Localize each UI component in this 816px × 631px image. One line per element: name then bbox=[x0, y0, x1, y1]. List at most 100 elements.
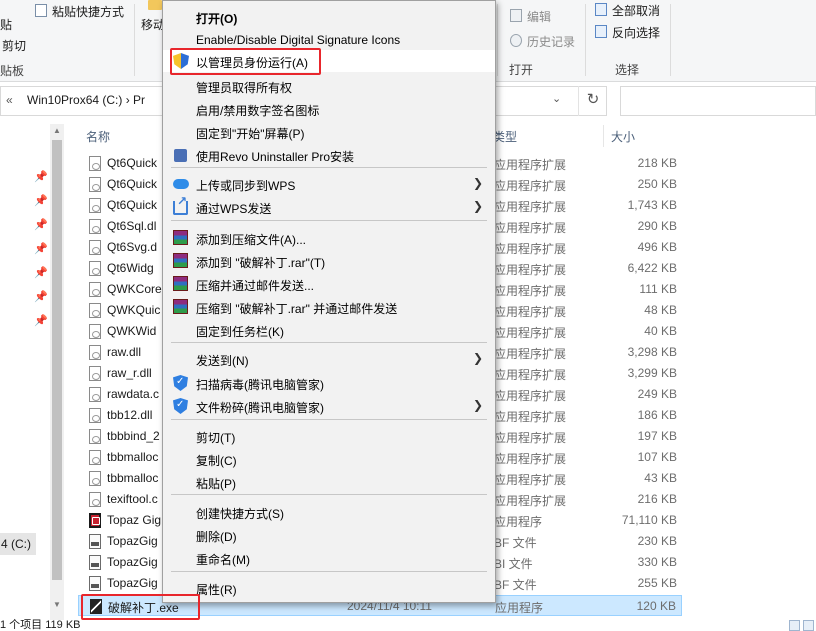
menu-item[interactable]: 扫描病毒(腾讯电脑管家) bbox=[163, 372, 495, 394]
menu-item[interactable]: 压缩到 "破解补丁.rar" 并通过邮件发送 bbox=[163, 296, 495, 318]
topaz-app-icon bbox=[89, 513, 101, 528]
edit-button[interactable]: 编辑 bbox=[527, 8, 551, 25]
menu-item[interactable]: 上传或同步到WPS ❯ bbox=[163, 173, 495, 195]
large-icons-view-button[interactable] bbox=[803, 620, 814, 631]
menu-item[interactable]: 添加到 "破解补丁.rar"(T) bbox=[163, 250, 495, 272]
menu-item[interactable]: 打开(O) bbox=[163, 6, 495, 28]
search-input[interactable] bbox=[620, 86, 816, 116]
menu-item[interactable]: 添加到压缩文件(A)... bbox=[163, 227, 495, 249]
file-type: 应用程序扩展 bbox=[494, 305, 567, 319]
nav-item-drive-c[interactable]: 4 (C:) bbox=[1, 537, 31, 551]
file-type: 应用程序扩展 bbox=[494, 389, 567, 403]
menu-separator bbox=[171, 220, 487, 221]
menu-separator bbox=[171, 571, 487, 572]
file-size: 40 KB bbox=[644, 324, 677, 338]
column-header-type[interactable]: 类型 bbox=[493, 128, 517, 145]
menu-item[interactable]: 属性(R) bbox=[163, 577, 495, 599]
column-header-size[interactable]: 大小 bbox=[611, 128, 635, 145]
menu-item[interactable]: 删除(D) bbox=[163, 524, 495, 546]
file-size: 3,299 KB bbox=[627, 366, 677, 380]
menu-item[interactable]: 使用Revo Uninstaller Pro安装 bbox=[163, 144, 495, 166]
menu-item[interactable]: 粘贴(P) bbox=[163, 471, 495, 493]
menu-item[interactable]: 通过WPS发送 ❯ bbox=[163, 194, 495, 218]
chevron-right-icon: ❯ bbox=[472, 398, 483, 412]
paste-shortcut-icon bbox=[35, 4, 47, 17]
menu-item[interactable]: 压缩并通过邮件发送... bbox=[163, 273, 495, 295]
data-file-icon bbox=[89, 555, 101, 570]
chevron-right-icon: ❯ bbox=[472, 351, 483, 365]
refresh-button[interactable]: ↻ bbox=[578, 86, 607, 116]
wps-cloud-icon bbox=[173, 179, 189, 189]
menu-item[interactable]: 固定到任务栏(K) bbox=[163, 319, 495, 341]
scroll-up-icon[interactable]: ▲ bbox=[50, 126, 64, 135]
menu-item-label: 粘贴(P) bbox=[196, 477, 236, 491]
file-type: 应用程序扩展 bbox=[494, 242, 567, 256]
history-icon bbox=[510, 34, 522, 47]
clipboard-group-label: 贴板 bbox=[0, 64, 25, 78]
scroll-down-icon[interactable]: ▼ bbox=[50, 600, 64, 609]
file-name: tbbmalloc bbox=[107, 471, 159, 485]
nav-scrollbar[interactable]: ▲ ▼ bbox=[50, 124, 64, 620]
winrar-icon bbox=[173, 276, 188, 291]
file-type: 应用程序扩展 bbox=[494, 410, 567, 424]
file-type: 应用程序扩展 bbox=[494, 494, 567, 508]
winrar-icon bbox=[173, 230, 188, 245]
menu-item-label: 删除(D) bbox=[196, 530, 237, 544]
column-header-name[interactable]: 名称 bbox=[86, 128, 110, 145]
menu-item[interactable]: 文件粉碎(腾讯电脑管家) ❯ bbox=[163, 395, 495, 417]
pin-icon: 📌 bbox=[34, 195, 48, 207]
paste-shortcut-button[interactable]: 粘贴快捷方式 bbox=[52, 3, 124, 20]
menu-item[interactable]: 重命名(M) bbox=[163, 547, 495, 569]
data-file-icon bbox=[89, 534, 101, 549]
select-none-button[interactable]: 全部取消 bbox=[612, 2, 660, 19]
paste-button[interactable]: 贴 bbox=[0, 16, 12, 33]
file-name: Qt6Quick bbox=[107, 177, 158, 191]
menu-item[interactable]: 复制(C) bbox=[163, 448, 495, 470]
ribbon-divider bbox=[497, 4, 498, 76]
chevron-down-icon[interactable]: ⌄ bbox=[552, 92, 561, 105]
file-size: 330 KB bbox=[637, 555, 677, 569]
chevron-right-icon: ❯ bbox=[472, 176, 483, 190]
file-size: 48 KB bbox=[644, 303, 677, 317]
menu-item-label: 固定到任务栏(K) bbox=[196, 325, 284, 339]
cut-button[interactable]: 剪切 bbox=[2, 37, 26, 54]
file-type: 应用程序扩展 bbox=[494, 221, 567, 235]
file-size: 3,298 KB bbox=[627, 345, 677, 359]
dll-file-icon bbox=[89, 303, 101, 318]
dll-file-icon bbox=[89, 261, 101, 276]
data-file-icon bbox=[89, 576, 101, 591]
menu-item[interactable]: 启用/禁用数字签名图标 bbox=[163, 98, 495, 120]
file-size: 496 KB bbox=[637, 240, 677, 254]
file-name: tbb12.dll bbox=[107, 408, 153, 422]
menu-item[interactable]: 剪切(T) bbox=[163, 425, 495, 447]
menu-item-label: 通过WPS发送 bbox=[196, 202, 272, 216]
file-name: QWKCore bbox=[107, 282, 162, 296]
pin-icon: 📌 bbox=[34, 171, 48, 183]
file-name: TopazGig bbox=[107, 576, 158, 590]
dll-file-icon bbox=[89, 345, 101, 360]
ribbon-divider bbox=[134, 4, 135, 76]
history-button[interactable]: 历史记录 bbox=[527, 33, 575, 50]
dll-file-icon bbox=[89, 492, 101, 507]
file-type: 应用程序 bbox=[495, 601, 544, 615]
menu-item-label: 管理员取得所有权 bbox=[196, 81, 293, 95]
invert-selection-button[interactable]: 反向选择 bbox=[612, 24, 660, 41]
file-size: 107 KB bbox=[637, 450, 677, 464]
menu-item-label: Enable/Disable Digital Signature Icons bbox=[196, 33, 401, 47]
menu-item[interactable]: 管理员取得所有权 bbox=[163, 75, 495, 97]
pin-icon: 📌 bbox=[34, 291, 48, 303]
dll-file-icon bbox=[89, 240, 101, 255]
menu-item-label: 添加到压缩文件(A)... bbox=[196, 233, 306, 247]
highlight-box bbox=[170, 48, 321, 75]
menu-item[interactable]: 发送到(N) ❯ bbox=[163, 348, 495, 370]
file-name: texiftool.c bbox=[107, 492, 158, 506]
address-path[interactable]: Win10Prox64 (C:) › Pr bbox=[27, 93, 145, 107]
dll-file-icon bbox=[89, 177, 101, 192]
column-divider[interactable] bbox=[603, 125, 604, 147]
details-view-button[interactable] bbox=[789, 620, 800, 631]
address-overflow-icon[interactable]: « bbox=[6, 93, 13, 107]
menu-item[interactable]: 固定到"开始"屏幕(P) bbox=[163, 121, 495, 143]
scrollbar-thumb[interactable] bbox=[52, 140, 62, 580]
menu-item[interactable]: 创建快捷方式(S) bbox=[163, 501, 495, 523]
file-name: rawdata.c bbox=[107, 387, 160, 401]
